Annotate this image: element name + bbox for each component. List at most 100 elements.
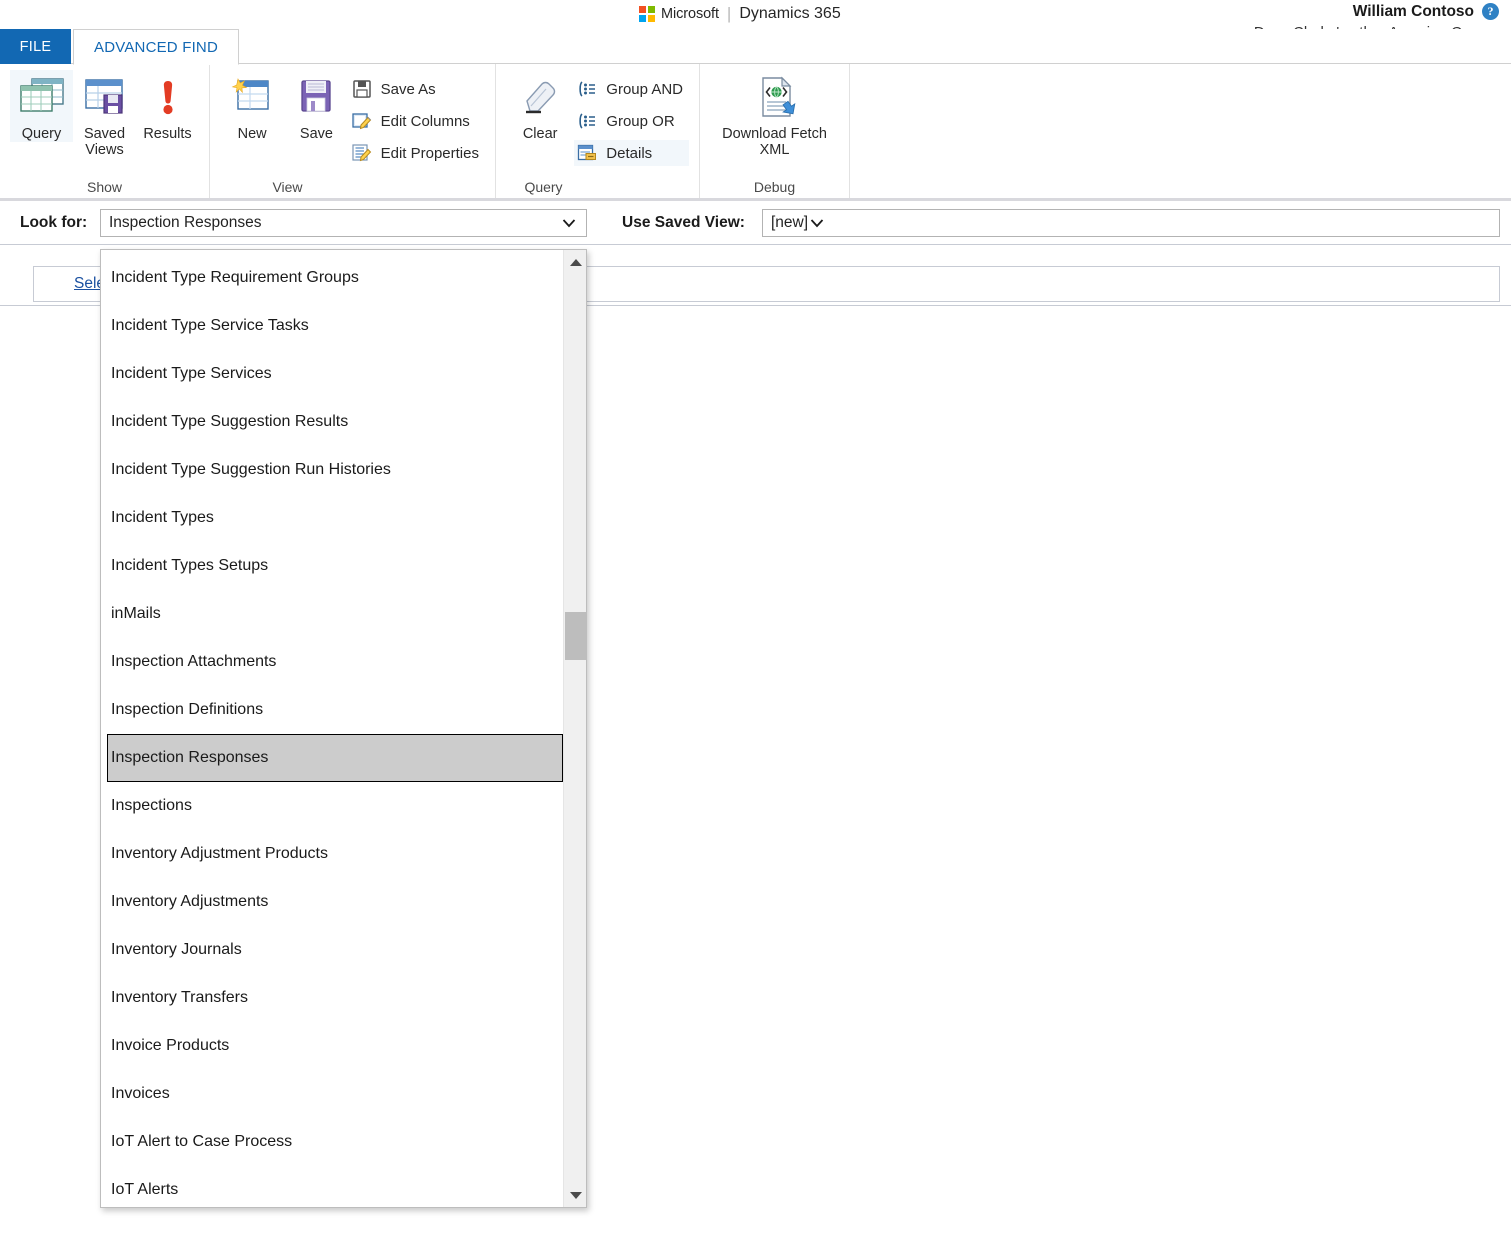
dropdown-option-label: Inspection Responses <box>111 749 269 766</box>
save-as-button[interactable]: Save As <box>349 76 485 102</box>
dropdown-option-label: Inventory Adjustments <box>111 893 269 910</box>
dropdown-option-label: Incident Type Requirement Groups <box>111 269 359 286</box>
download-fetch-xml-icon <box>750 74 800 122</box>
app-header: Microsoft | Dynamics 365 William Contoso… <box>0 0 1511 41</box>
dropdown-option[interactable]: Incident Type Requirement Groups <box>101 254 564 302</box>
dropdown-option-label: Inspection Definitions <box>111 701 264 718</box>
results-button-label: Results <box>143 126 192 142</box>
dropdown-option[interactable]: Inspection Attachments <box>101 638 564 686</box>
view-small-buttons: Save As Edit Columns Edit Properties <box>349 70 485 166</box>
group-or-button[interactable]: Group OR <box>574 108 689 134</box>
save-button[interactable]: Save <box>284 70 348 142</box>
help-icon[interactable]: ? <box>1482 3 1499 21</box>
dropdown-option[interactable]: Incident Type Services <box>101 350 564 398</box>
dropdown-option[interactable]: inMails <box>101 590 564 638</box>
dropdown-option[interactable]: Incident Types Setups <box>101 542 564 590</box>
details-icon <box>576 142 598 164</box>
scrollbar-thumb[interactable] <box>565 612 586 660</box>
edit-columns-icon <box>351 110 373 132</box>
use-saved-view-label: Use Saved View: <box>622 213 745 231</box>
dropdown-option[interactable]: Incident Type Suggestion Results <box>101 398 564 446</box>
dropdown-option[interactable]: IoT Alerts <box>101 1166 564 1214</box>
query-button-label: Query <box>21 126 62 142</box>
ribbon-group-view: New Save Save As Edit Columns Edit Prope… <box>210 64 496 198</box>
save-floppy-icon <box>293 74 339 122</box>
query-button[interactable]: Query <box>10 70 73 143</box>
tab-advanced-find[interactable]: ADVANCED FIND <box>73 29 239 65</box>
chevron-down-icon <box>560 214 578 232</box>
dropdown-option-label: Inspections <box>111 797 192 814</box>
download-fetch-xml-button[interactable]: Download Fetch XML <box>711 70 839 158</box>
dropdown-option[interactable]: IoT Alert to Case Process <box>101 1118 564 1166</box>
ribbon-group-view-label: View <box>272 179 303 195</box>
dropdown-option-label: Inventory Transfers <box>111 989 248 1006</box>
dropdown-option[interactable]: Inspections <box>101 782 564 830</box>
results-button[interactable]: Results <box>136 70 199 142</box>
dropdown-option-label: IoT Alerts <box>111 1181 179 1198</box>
brand-lockup: Microsoft | Dynamics 365 <box>639 4 841 24</box>
save-as-icon <box>351 78 373 100</box>
new-query-icon <box>229 74 275 122</box>
brand-separator: | <box>726 4 732 23</box>
ribbon-empty-area <box>850 64 1511 198</box>
saved-views-button-label: Saved Views <box>83 126 126 159</box>
group-or-icon <box>576 110 598 132</box>
dropdown-option[interactable]: Inventory Adjustment Products <box>101 830 564 878</box>
dropdown-option[interactable]: Inventory Journals <box>101 926 564 974</box>
dropdown-option-label: Incident Type Service Tasks <box>111 317 309 334</box>
download-fetch-xml-label: Download Fetch XML <box>722 126 827 159</box>
dropdown-option[interactable]: Inspection Responses <box>107 734 563 782</box>
dropdown-option[interactable]: Inventory Adjustments <box>101 878 564 926</box>
edit-properties-button[interactable]: Edit Properties <box>349 140 485 166</box>
dropdown-option-label: Incident Type Suggestion Run Histories <box>111 461 391 478</box>
query-toolbar: Look for: Inspection Responses Use Saved… <box>0 201 1511 245</box>
dropdown-option-label: Inventory Adjustment Products <box>111 845 328 862</box>
group-and-icon <box>576 78 598 100</box>
use-saved-view-select[interactable]: [new] <box>762 209 1500 237</box>
dropdown-options: Incident Type Requirement Groups Incident… <box>101 250 564 1207</box>
advanced-find-window: Microsoft | Dynamics 365 William Contoso… <box>0 0 1511 1241</box>
query-small-buttons: Group AND Group OR Details <box>574 70 689 166</box>
dropdown-option[interactable]: Inspection Definitions <box>101 686 564 734</box>
edit-columns-label: Edit Columns <box>380 112 470 130</box>
dropdown-option[interactable]: Invoices <box>101 1070 564 1118</box>
dropdown-option[interactable]: Invoice Products <box>101 1022 564 1070</box>
microsoft-logo-icon <box>639 6 655 22</box>
chevron-down-icon <box>808 214 826 232</box>
dropdown-option[interactable]: Incident Types <box>101 494 564 542</box>
new-button[interactable]: New <box>220 70 284 142</box>
use-saved-view-value: [new] <box>771 214 809 231</box>
edit-columns-button[interactable]: Edit Columns <box>349 108 485 134</box>
dropdown-option-label: inMails <box>111 605 161 622</box>
dropdown-option-label: Invoice Products <box>111 1037 230 1054</box>
edit-properties-icon <box>351 142 373 164</box>
dropdown-option-label: IoT Alert to Case Process <box>111 1133 293 1150</box>
dropdown-scrollbar[interactable] <box>563 250 586 1207</box>
look-for-select[interactable]: Inspection Responses <box>100 209 587 237</box>
saved-views-button[interactable]: Saved Views <box>73 70 136 158</box>
dropdown-option[interactable]: Inventory Transfers <box>101 974 564 1022</box>
dropdown-option[interactable]: Incident Type Suggestion Run Histories <box>101 446 564 494</box>
dropdown-option[interactable]: Incident Type Service Tasks <box>101 302 564 350</box>
brand-app-name: Dynamics 365 <box>739 5 841 22</box>
ribbon-group-show: Query Saved Views Results Show <box>0 64 210 198</box>
save-button-label: Save <box>299 126 333 142</box>
clear-button[interactable]: Clear <box>506 70 574 142</box>
dropdown-option-label: Inventory Journals <box>111 941 242 958</box>
details-button[interactable]: Details <box>574 140 689 166</box>
ribbon-group-query-label: Query <box>524 179 563 195</box>
ribbon-group-query: Clear Group AND Group OR Details Query <box>496 64 700 198</box>
look-for-dropdown-list: Incident Type Requirement Groups Incident… <box>100 249 587 1208</box>
look-for-label: Look for: <box>20 213 88 231</box>
save-as-label: Save As <box>380 80 436 98</box>
new-button-label: New <box>237 126 267 142</box>
saved-views-icon <box>82 74 128 122</box>
ribbon-group-debug: Download Fetch XML Debug <box>700 64 850 198</box>
scroll-up-arrow-icon[interactable] <box>564 252 587 272</box>
group-and-button[interactable]: Group AND <box>574 76 689 102</box>
dropdown-option-label: Invoices <box>111 1085 170 1102</box>
dropdown-option-label: Incident Types <box>111 509 214 526</box>
scroll-down-arrow-icon[interactable] <box>564 1185 587 1205</box>
tab-file[interactable]: FILE <box>0 29 71 64</box>
ribbon-group-debug-label: Debug <box>753 179 796 195</box>
